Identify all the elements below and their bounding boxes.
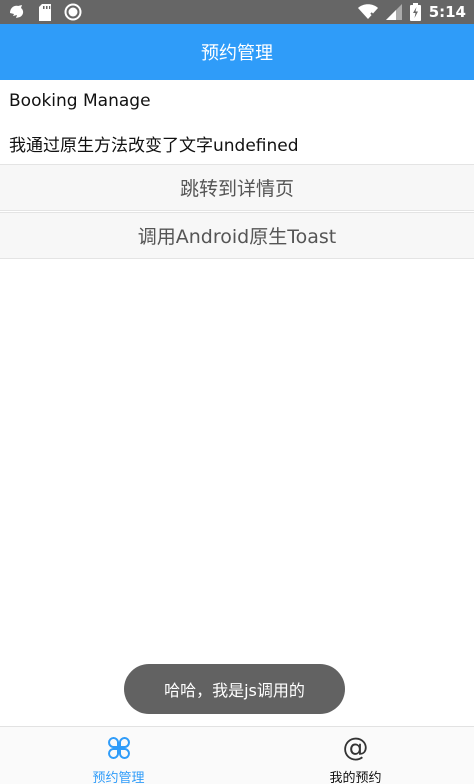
notification-bird-icon	[8, 4, 26, 20]
wifi-icon	[357, 4, 378, 20]
battery-icon	[409, 3, 421, 21]
tab-label-booking-manage: 预约管理	[92, 771, 145, 784]
goto-detail-button[interactable]: 跳转到详情页	[0, 164, 474, 211]
sd-card-icon	[38, 3, 52, 21]
status-right-icons: 5:14	[357, 3, 466, 21]
page-title: 预约管理	[201, 43, 273, 64]
toast: 哈哈，我是js调用的	[124, 664, 345, 714]
clover-icon	[106, 735, 132, 761]
tab-label-my-booking: 我的预约	[329, 771, 382, 784]
at-icon: @	[342, 733, 369, 763]
tab-bar: 预约管理 @ 我的预约	[0, 726, 474, 784]
toast-text: 哈哈，我是js调用的	[164, 681, 305, 700]
tab-booking-manage[interactable]: 预约管理	[0, 727, 237, 784]
app-header: 预约管理	[0, 24, 474, 80]
native-changed-text: 我通过原生方法改变了文字undefined	[0, 122, 474, 164]
status-left-icons	[8, 3, 82, 21]
status-time: 5:14	[428, 3, 466, 21]
native-toast-button[interactable]: 调用Android原生Toast	[0, 212, 474, 259]
status-bar: 5:14	[0, 0, 474, 24]
tab-my-booking[interactable]: @ 我的预约	[237, 727, 474, 784]
main-content: Booking Manage 我通过原生方法改变了文字undefined 跳转到…	[0, 80, 474, 259]
booking-manage-text: Booking Manage	[0, 80, 474, 122]
record-icon	[64, 3, 82, 21]
signal-icon	[385, 4, 402, 20]
